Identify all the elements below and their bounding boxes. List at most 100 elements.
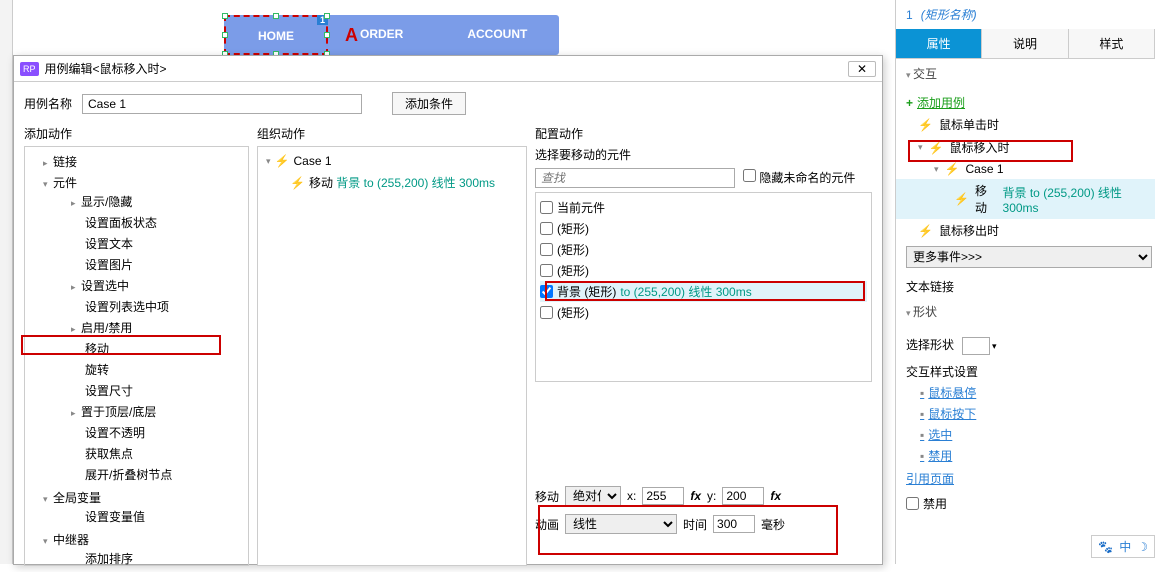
hide-unnamed-toggle[interactable]: 隐藏未命名的元件 [743,167,855,188]
annotation-a: A [345,25,358,46]
ms-label: 毫秒 [761,516,785,533]
bolt-icon: ⚡ [954,192,969,206]
elist-bg-rect[interactable]: 背景 (矩形) to (255,200) 线性 300ms [540,281,867,302]
org-case-1[interactable]: ▾⚡Case 1 [262,151,522,171]
text-link-label: 文本链接 [896,272,1155,297]
tree-widgets[interactable]: 元件 显示/隐藏 设置面板状态 设置文本 设置图片 设置选中 设置列表选中项 启… [29,172,244,487]
event-action-move[interactable]: ⚡移动 背景 to (255,200) 线性 300ms [896,179,1155,219]
x-label: x: [627,489,636,503]
moon-icon: ☽ [1137,540,1148,554]
col-add-action-header: 添加动作 [24,125,249,142]
select-widgets-label: 选择要移动的元件 [535,146,872,163]
event-mouseout[interactable]: ⚡鼠标移出时 [896,219,1155,242]
more-events-select[interactable]: 更多事件>>> [906,246,1152,268]
plus-icon: + [906,96,913,110]
canvas-tab-home[interactable]: HOME 1 [224,15,328,55]
tree-set-list-sel[interactable]: 设置列表选中项 [57,296,244,317]
reference-page-link[interactable]: 引用页面 [896,466,1155,491]
tree-rotate[interactable]: 旋转 [57,359,244,380]
chevron-down-icon: ▾ [266,156,271,167]
bullet-icon: ▪ [920,428,924,442]
anim-select[interactable]: 线性 [565,514,677,534]
style-hover[interactable]: ▪鼠标悬停 [896,382,1155,403]
tree-opacity[interactable]: 设置不透明 [57,422,244,443]
bullet-icon: ▪ [920,449,924,463]
add-case-button[interactable]: +添加用例 [896,92,1155,113]
style-selected[interactable]: ▪选中 [896,424,1155,445]
tree-front-back[interactable]: 置于顶层/底层 [57,401,244,422]
tree-panel-state[interactable]: 设置面板状态 [57,212,244,233]
elist-rect-3[interactable]: (矩形) [540,260,867,281]
chevron-down-icon: ▾ [918,142,923,153]
paw-icon: 🐾 [1098,540,1113,554]
case-name-label: 用例名称 [24,95,72,112]
select-shape-label: 选择形状 [906,338,954,352]
time-input[interactable] [713,515,755,533]
event-case-1[interactable]: ▾⚡Case 1 [896,159,1155,179]
move-mode-select[interactable]: 绝对位 [565,486,621,506]
style-mousedown[interactable]: ▪鼠标按下 [896,403,1155,424]
move-label: 移动 [535,488,559,505]
y-label: y: [707,489,716,503]
tree-set-image[interactable]: 设置图片 [57,254,244,275]
widget-name-placeholder[interactable]: (矩形名称) [921,8,977,22]
inspector-panel: 1(矩形名称) 属性 说明 样式 交互 +添加用例 ⚡鼠标单击时 ▾⚡鼠标移入时… [895,0,1155,564]
time-label: 时间 [683,516,707,533]
tab-properties[interactable]: 属性 [896,29,982,58]
elist-rect-2[interactable]: (矩形) [540,239,867,260]
tab-style[interactable]: 样式 [1069,29,1155,58]
bolt-icon: ⚡ [290,176,305,190]
tree-links[interactable]: 链接 [29,151,244,172]
tree-focus[interactable]: 获取焦点 [57,443,244,464]
interaction-style-label: 交互样式设置 [896,357,1155,382]
rp-icon: RP [20,62,39,76]
tree-enable-disable[interactable]: 启用/禁用 [57,317,244,338]
bullet-icon: ▪ [920,386,924,400]
case-editor-dialog: RP 用例编辑<鼠标移入时> ✕ 用例名称 添加条件 添加动作 链接 元件 显示… [13,55,883,565]
tree-global-vars[interactable]: 全局变量 设置变量值 [29,487,244,529]
dialog-title: 用例编辑<鼠标移入时> [45,60,167,77]
close-icon[interactable]: ✕ [848,61,876,77]
tree-set-var[interactable]: 设置变量值 [57,506,244,527]
tree-repeater[interactable]: 中继器 添加排序 [29,529,244,566]
event-mousein[interactable]: ▾⚡鼠标移入时 [896,136,1155,159]
elist-rect-4[interactable]: (矩形) [540,302,867,323]
canvas-tab-home-label: HOME [258,29,294,43]
tree-set-selected[interactable]: 设置选中 [57,275,244,296]
tree-show-hide[interactable]: 显示/隐藏 [57,191,244,212]
section-shape[interactable]: 形状 [906,303,1145,320]
tree-add-sort[interactable]: 添加排序 [57,548,244,566]
x-input[interactable] [642,487,684,505]
fx-y-button[interactable]: fx [770,489,781,503]
chevron-down-icon: ▾ [934,164,939,175]
tab-notes[interactable]: 说明 [982,29,1068,58]
search-input[interactable] [535,168,735,188]
widget-index: 1 [906,8,913,22]
event-click[interactable]: ⚡鼠标单击时 [896,113,1155,136]
elist-current[interactable]: 当前元件 [540,197,867,218]
style-disabled[interactable]: ▪禁用 [896,445,1155,466]
tree-move[interactable]: 移动 [57,338,244,359]
footer-ime-icons[interactable]: 🐾 中 ☽ [1091,535,1155,558]
thunder-icon: ⚡ [275,154,290,168]
y-input[interactable] [722,487,764,505]
org-action-move[interactable]: ⚡移动 背景 to (255,200) 线性 300ms [262,171,522,194]
event-icon: ⚡ [918,224,933,238]
section-interaction[interactable]: 交互 [906,65,1145,82]
case-name-input[interactable] [82,94,362,114]
tree-set-size[interactable]: 设置尺寸 [57,380,244,401]
chevron-down-icon[interactable]: ▾ [992,341,997,351]
shape-selector[interactable] [962,337,990,355]
bullet-icon: ▪ [920,407,924,421]
col-org-action-header: 组织动作 [257,125,527,142]
elist-rect-1[interactable]: (矩形) [540,218,867,239]
add-condition-button[interactable]: 添加条件 [392,92,466,115]
fx-x-button[interactable]: fx [690,489,701,503]
event-icon: ⚡ [918,118,933,132]
disabled-checkbox[interactable]: 禁用 [896,491,1155,516]
tree-set-text[interactable]: 设置文本 [57,233,244,254]
col-conf-action-header: 配置动作 [535,125,872,142]
canvas-tab-account[interactable]: ACCOUNT [435,15,559,55]
event-icon: ⚡ [929,141,944,155]
tree-tree-nodes[interactable]: 展开/折叠树节点 [57,464,244,485]
